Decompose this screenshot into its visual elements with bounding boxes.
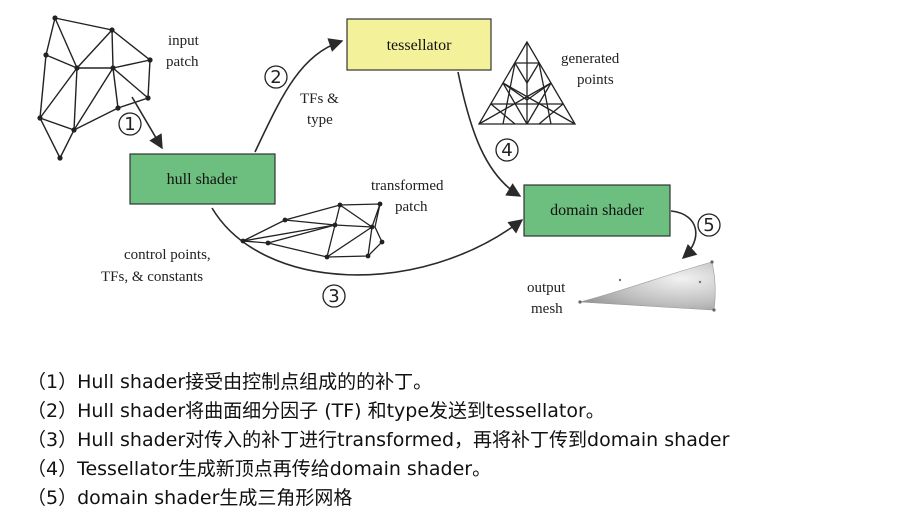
svg-text:4: 4 [501,140,512,161]
arrow-domain-to-output [670,210,698,259]
step-marker-4: 4 [495,138,519,162]
transformed-patch-mesh [240,203,383,258]
hull-shader-label: hull shader [167,171,238,188]
step-notes: （1）Hull shader接受由控制点组成的的补丁。 （2）Hull shad… [27,368,907,513]
generated-points-label: generated points [561,51,623,88]
step-marker-5: 5 [697,213,721,237]
tfs-type-label: TFs & type [300,91,343,128]
arrow-tessellator-to-domain [457,71,522,197]
domain-shader-box: domain shader [523,184,671,237]
tessellator-box: tessellator [346,18,492,71]
svg-text:3: 3 [328,286,339,307]
note-step-2: （2）Hull shader将曲面细分因子 (TF) 和type发送到tesse… [27,400,605,422]
output-mesh-surface [578,260,716,312]
hull-shader-box: hull shader [129,153,276,205]
control-points-label: control points, TFs, & constants [101,247,214,285]
note-step-5: （5）domain shader生成三角形网格 [27,487,353,509]
svg-text:2: 2 [270,67,281,88]
tessellator-label: tessellator [387,37,453,54]
input-patch-mesh [39,17,151,160]
svg-text:1: 1 [124,114,135,135]
diagram-canvas: input patch hull shader tessellator doma… [37,15,721,317]
note-step-1: （1）Hull shader接受由控制点组成的的补丁。 [27,371,433,393]
svg-text:5: 5 [703,215,714,236]
domain-shader-label: domain shader [550,202,644,219]
output-mesh-label: output mesh [527,280,569,317]
step-marker-2: 2 [264,65,288,89]
note-step-3: （3）Hull shader对传入的补丁进行transformed，再将补丁传到… [27,429,730,451]
transformed-patch-label: transformed patch [371,178,447,215]
step-marker-1: 1 [118,112,142,136]
note-step-4: （4）Tessellator生成新顶点再传给domain shader。 [27,458,492,480]
input-patch-label: input patch [166,33,203,70]
arrow-hull-to-domain [211,207,524,276]
step-marker-3: 3 [322,284,346,308]
